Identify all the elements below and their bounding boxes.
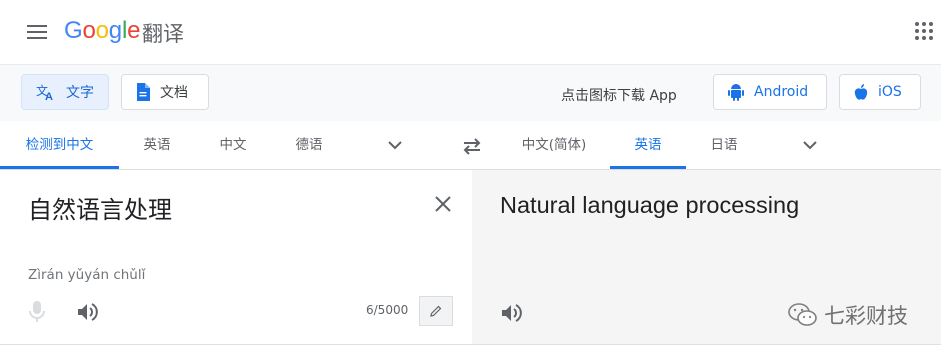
wechat-watermark: 七彩财技 <box>788 298 938 332</box>
tab-source-german[interactable]: 德语 <box>271 122 347 169</box>
android-icon <box>728 84 744 101</box>
source-language-dropdown-icon[interactable] <box>386 136 404 154</box>
ios-app-button[interactable]: iOS <box>839 74 921 110</box>
svg-text:A: A <box>45 91 53 101</box>
apps-grid-icon[interactable] <box>915 22 933 40</box>
download-app-promo: 点击图标下载 App <box>561 88 677 104</box>
text-mode-label: 文字 <box>66 85 94 101</box>
source-text-panel: 自然语言处理 Zìrán yǔyán chǔlǐ 6/5000 <box>0 170 471 344</box>
wechat-icon <box>788 303 817 326</box>
google-logo[interactable]: Google <box>64 17 140 45</box>
listen-translation-speaker-icon[interactable] <box>500 302 522 324</box>
document-mode-button[interactable]: 文档 <box>121 74 209 110</box>
character-count: 6/5000 <box>366 303 409 317</box>
bottom-divider <box>0 344 941 360</box>
tab-target-japanese[interactable]: 日语 <box>686 122 762 169</box>
logo-letter: g <box>108 17 122 44</box>
tab-target-english[interactable]: 英语 <box>610 122 686 169</box>
tab-target-chinese-simplified[interactable]: 中文(简体) <box>508 122 600 169</box>
mode-toolbar: 文 A 文字 文档 点击图标下载 App Android iOS <box>0 65 941 121</box>
edit-button[interactable] <box>419 296 453 326</box>
apple-icon <box>854 83 868 100</box>
target-language-dropdown-icon[interactable] <box>801 136 819 154</box>
translate-icon: 文 A <box>36 83 53 101</box>
tab-source-english[interactable]: 英语 <box>119 122 195 169</box>
clear-text-icon[interactable] <box>432 193 454 215</box>
microphone-icon[interactable] <box>28 301 46 323</box>
logo-letter: o <box>82 17 96 44</box>
text-mode-button[interactable]: 文 A 文字 <box>21 74 109 110</box>
watermark-text: 七彩财技 <box>824 304 908 328</box>
app-header: Google 翻译 <box>0 0 941 65</box>
logo-letter: o <box>95 17 109 44</box>
product-name: 翻译 <box>142 22 184 46</box>
logo-letter: e <box>127 17 141 44</box>
source-text-input[interactable]: 自然语言处理 <box>28 190 172 225</box>
ios-label: iOS <box>878 84 902 100</box>
document-icon <box>137 83 150 101</box>
translated-text: Natural language processing <box>500 192 800 218</box>
android-app-button[interactable]: Android <box>713 74 827 110</box>
android-label: Android <box>754 84 809 100</box>
source-romanization: Zìrán yǔyán chǔlǐ <box>28 267 146 283</box>
hamburger-menu-icon[interactable] <box>27 22 47 42</box>
tab-source-chinese[interactable]: 中文 <box>195 122 271 169</box>
document-mode-label: 文档 <box>160 85 188 101</box>
tab-detect-language[interactable]: 检测到中文 <box>0 122 119 169</box>
listen-source-speaker-icon[interactable] <box>76 301 98 323</box>
pencil-icon <box>430 305 442 317</box>
logo-letter: G <box>64 17 83 44</box>
language-bar: 检测到中文 英语 中文 德语 中文(简体) 英语 日语 <box>0 122 941 170</box>
swap-languages-icon[interactable] <box>462 136 482 156</box>
